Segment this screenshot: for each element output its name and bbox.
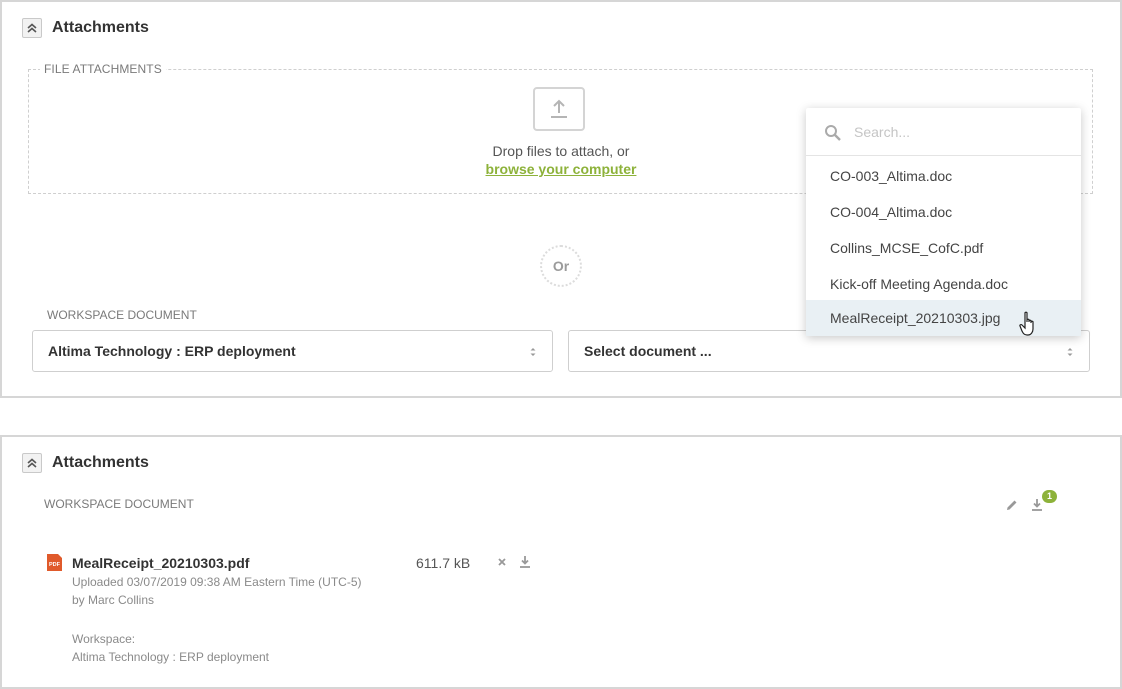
upload-timestamp: Uploaded 03/07/2019 09:38 AM Eastern Tim… bbox=[72, 575, 362, 589]
dropdown-option[interactable]: Collins_MCSE_CofC.pdf bbox=[806, 230, 1081, 266]
dropdown-option[interactable]: CO-004_Altima.doc bbox=[806, 194, 1081, 230]
document-select-value: Select document ... bbox=[584, 343, 712, 359]
file-name-link[interactable]: MealReceipt_20210303.pdf bbox=[72, 555, 249, 571]
search-icon bbox=[825, 125, 841, 141]
workspace-document-label: WORKSPACE DOCUMENT bbox=[44, 497, 194, 511]
pdf-file-icon: PDF bbox=[47, 554, 62, 571]
dropdown-option-hovered[interactable]: MealReceipt_20210303.jpg bbox=[806, 300, 1081, 336]
remove-icon[interactable] bbox=[496, 556, 508, 568]
browse-computer-link[interactable]: browse your computer bbox=[431, 161, 691, 177]
download-all-icon[interactable] bbox=[1030, 498, 1044, 512]
file-size: 611.7 kB bbox=[416, 555, 471, 571]
document-dropdown: CO-003_Altima.doc CO-004_Altima.doc Coll… bbox=[806, 108, 1081, 336]
svg-text:PDF: PDF bbox=[49, 562, 61, 568]
workspace-document-label: WORKSPACE DOCUMENT bbox=[47, 308, 197, 322]
or-divider: Or bbox=[540, 245, 582, 287]
upload-icon[interactable] bbox=[533, 87, 585, 131]
workspace-label: Workspace: bbox=[72, 632, 136, 646]
edit-icon[interactable] bbox=[1005, 498, 1019, 512]
panel-title: Attachments bbox=[52, 19, 149, 36]
collapse-icon[interactable] bbox=[22, 453, 42, 473]
panel-title: Attachments bbox=[52, 454, 149, 471]
uploaded-by: by Marc Collins bbox=[72, 593, 155, 607]
download-count-badge: 1 bbox=[1042, 490, 1057, 503]
drop-instructions: Drop files to attach, or bbox=[492, 143, 630, 159]
collapse-icon[interactable] bbox=[22, 18, 42, 38]
select-arrows-icon bbox=[530, 348, 536, 356]
dropdown-option[interactable]: Kick-off Meeting Agenda.doc bbox=[806, 266, 1081, 302]
workspace-value: Altima Technology : ERP deployment bbox=[72, 650, 269, 664]
select-arrows-icon bbox=[1067, 348, 1073, 356]
dropdown-option[interactable]: CO-003_Altima.doc bbox=[806, 158, 1081, 194]
workspace-select-value: Altima Technology : ERP deployment bbox=[48, 343, 296, 359]
hand-cursor-icon bbox=[1019, 311, 1034, 336]
document-select[interactable]: Select document ... bbox=[568, 330, 1090, 372]
file-attachments-label: FILE ATTACHMENTS bbox=[40, 62, 166, 76]
dropdown-search bbox=[806, 108, 1081, 156]
workspace-select[interactable]: Altima Technology : ERP deployment bbox=[32, 330, 553, 372]
download-icon[interactable] bbox=[518, 555, 532, 569]
search-input[interactable] bbox=[854, 121, 1064, 143]
